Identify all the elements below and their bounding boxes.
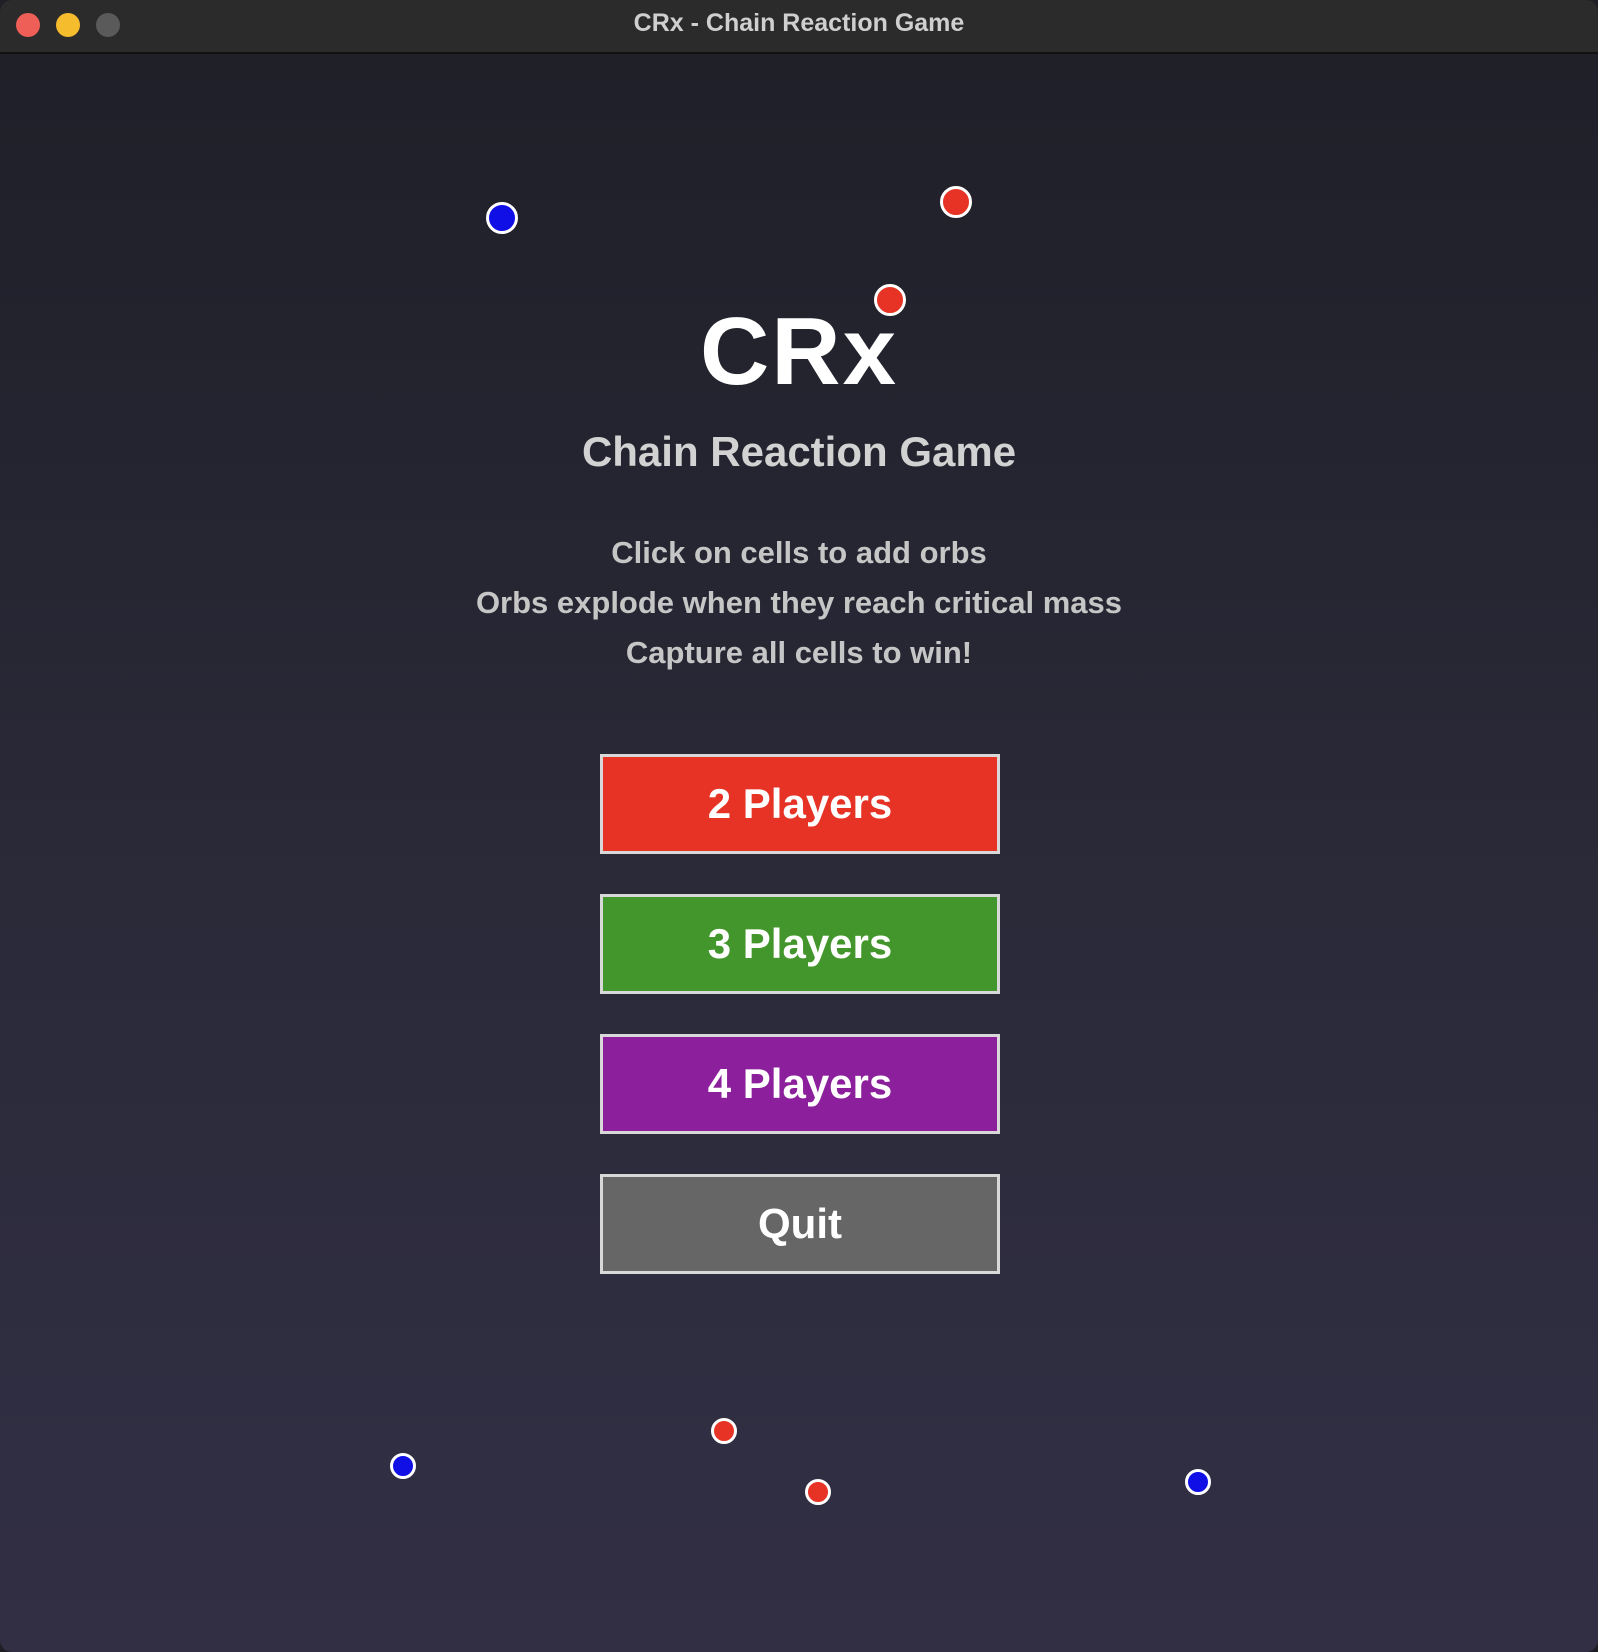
decorative-orb-blue xyxy=(390,1453,416,1479)
three-players-button[interactable]: 3 Players xyxy=(600,894,1000,994)
game-subtitle: Chain Reaction Game xyxy=(581,428,1017,475)
title-bar: CRx - Chain Reaction Game xyxy=(0,0,1598,54)
quit-button[interactable]: Quit xyxy=(600,1174,1000,1274)
decorative-orb-blue xyxy=(1185,1469,1211,1495)
game-logo: CRx xyxy=(699,298,899,405)
decorative-orb-red xyxy=(805,1479,831,1505)
decorative-orb-blue xyxy=(486,202,518,234)
decorative-orb-red xyxy=(711,1418,737,1444)
instruction-line: Capture all cells to win! xyxy=(625,635,973,670)
decorative-orb-red xyxy=(940,186,972,218)
game-window: CRx - Chain Reaction Game CRx Chain Reac… xyxy=(0,0,1598,1652)
two-players-button[interactable]: 2 Players xyxy=(600,754,1000,854)
instruction-line: Click on cells to add orbs xyxy=(611,535,987,570)
instruction-line: Orbs explode when they reach critical ma… xyxy=(475,585,1123,620)
four-players-button[interactable]: 4 Players xyxy=(600,1034,1000,1134)
instructions: Click on cells to add orbs Orbs explode … xyxy=(0,528,1598,678)
window-title: CRx - Chain Reaction Game xyxy=(633,9,965,37)
